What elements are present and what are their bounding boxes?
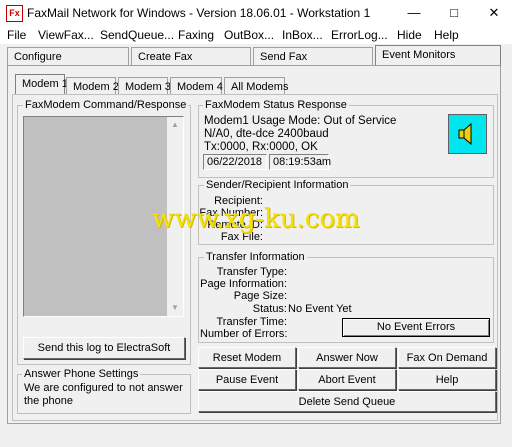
minimize-button[interactable]: — <box>396 0 432 26</box>
status-line-3: Tx:0000, Rx:0000, OK <box>204 141 318 153</box>
pause-event-button[interactable]: Pause Event <box>198 369 296 390</box>
status-line-2: N/A0, dte-dce 2400baud <box>204 128 329 140</box>
app-icon[interactable]: Fx <box>6 5 23 22</box>
answer-phone-label: Answer Phone Settings <box>22 368 141 380</box>
tab-modem-2[interactable]: Modem 2 <box>66 77 119 95</box>
menu-viewfax[interactable]: ViewFax... <box>38 28 94 42</box>
window-title: FaxMail Network for Windows - Version 18… <box>27 6 371 20</box>
tab-modem-1[interactable]: Modem 1 <box>15 74 68 94</box>
transfer-info-label: Transfer Information <box>204 251 307 263</box>
answer-now-button[interactable]: Answer Now <box>298 347 396 368</box>
tab-all-modems[interactable]: All Modems <box>224 77 288 95</box>
tab-create-fax[interactable]: Create Fax <box>131 47 251 65</box>
close-button[interactable]: ✕ <box>476 0 512 26</box>
abort-event-button[interactable]: Abort Event <box>298 369 396 390</box>
speaker-icon[interactable] <box>448 114 487 154</box>
menu-inbox[interactable]: InBox... <box>282 28 323 42</box>
scroll-down-icon[interactable]: ▼ <box>167 300 183 316</box>
send-log-button[interactable]: Send this log to ElectraSoft <box>23 337 185 359</box>
menu-faxing[interactable]: Faxing <box>178 28 214 42</box>
menu-file[interactable]: File <box>7 28 26 42</box>
page-size-label: Page Size: <box>233 290 287 302</box>
menu-help[interactable]: Help <box>434 28 459 42</box>
page-information-label: Page Information: <box>200 278 287 290</box>
transfer-type-label: Transfer Type: <box>216 266 287 278</box>
reset-modem-button[interactable]: Reset Modem <box>198 347 296 368</box>
menu-hide[interactable]: Hide <box>397 28 422 42</box>
answer-phone-text: We are configured to not answer the phon… <box>24 382 183 407</box>
tab-configure[interactable]: Configure <box>7 47 129 65</box>
status-time: 08:19:53am <box>269 154 331 170</box>
help-button[interactable]: Help <box>398 369 496 390</box>
transfer-time-label: Transfer Time: <box>216 316 288 328</box>
status-label: Status: <box>252 303 287 315</box>
watermark-text: www.xg-ku.com <box>152 204 360 234</box>
delete-send-queue-button[interactable]: Delete Send Queue <box>198 391 496 412</box>
number-of-errors-label: Number of Errors: <box>200 328 288 340</box>
status-date: 06/22/2018 <box>203 154 267 170</box>
menu-outbox[interactable]: OutBox... <box>224 28 274 42</box>
maximize-button[interactable]: □ <box>436 0 472 26</box>
scroll-up-icon[interactable]: ▲ <box>167 117 183 133</box>
menu-sendqueue[interactable]: SendQueue... <box>100 28 174 42</box>
speaker-glyph <box>458 122 472 146</box>
tab-send-fax[interactable]: Send Fax <box>253 47 373 65</box>
menu-errorlog[interactable]: ErrorLog... <box>331 28 388 42</box>
fax-on-demand-button[interactable]: Fax On Demand <box>398 347 496 368</box>
command-response-label: FaxModem Command/Response <box>23 99 189 111</box>
tab-modem-4[interactable]: Modem 4 <box>170 77 223 95</box>
status-line-1: Modem1 Usage Mode: Out of Service <box>204 115 397 127</box>
no-event-errors-button[interactable]: No Event Errors <box>342 318 490 337</box>
status-value: No Event Yet <box>288 303 352 315</box>
tab-event-monitors[interactable]: Event Monitors <box>375 45 501 65</box>
status-response-label: FaxModem Status Response <box>203 99 349 111</box>
tab-modem-3[interactable]: Modem 3 <box>118 77 171 95</box>
sender-recipient-label: Sender/Recipient Information <box>204 179 351 191</box>
